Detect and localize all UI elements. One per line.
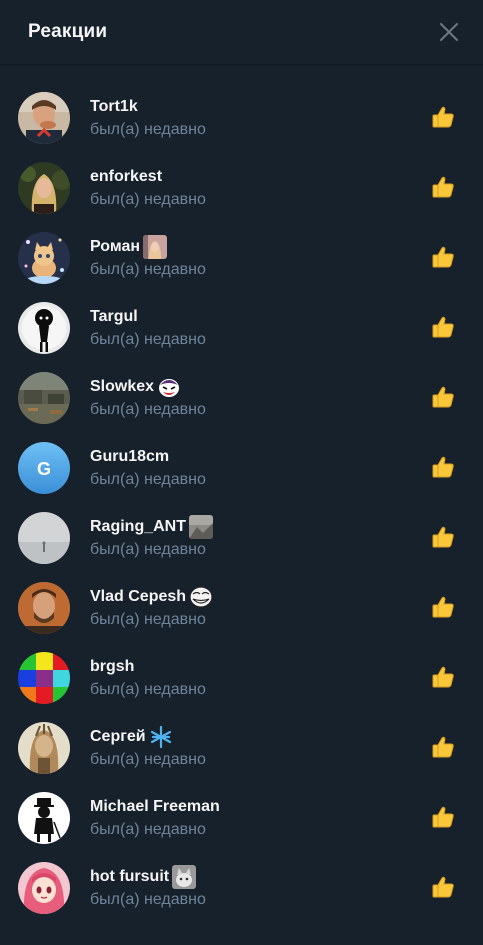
user-status: был(а) недавно (90, 471, 206, 488)
letter-avatar[interactable]: G (18, 442, 70, 494)
user-status: был(а) недавно (90, 751, 206, 768)
list-item[interactable]: Michael Freeman был(а) недавно (0, 782, 483, 852)
page-title: Реакции (28, 21, 108, 42)
list-item[interactable]: Targul был(а) недавно (0, 292, 483, 362)
name-line: Michael Freeman (90, 795, 220, 819)
list-item[interactable]: G Guru18cm был(а) недавно (0, 432, 483, 502)
thumbs-up-icon (431, 524, 457, 550)
cat-sparkles-avatar[interactable] (18, 232, 70, 284)
user-name: Vlad Cepesh (90, 588, 187, 605)
thumbs-up-icon (431, 174, 457, 200)
color-grid-avatar[interactable] (18, 652, 70, 704)
list-item[interactable]: Vlad Cepesh был(а) недавно (0, 572, 483, 642)
man-eating-avatar[interactable] (18, 92, 70, 144)
user-status: был(а) недавно (90, 121, 206, 138)
user-name: Raging_ANT (90, 518, 186, 535)
trollface-emoji-icon (189, 585, 213, 609)
joker-emoji-icon (157, 375, 181, 399)
limbo-boy-avatar[interactable] (18, 302, 70, 354)
name-line: Tort1k (90, 95, 138, 119)
name-line: Guru18cm (90, 445, 169, 469)
name-line: Роман (90, 235, 168, 259)
list-item[interactable]: hot fursuit был(а) недавно (0, 852, 483, 922)
thumbs-up-icon (431, 314, 457, 340)
user-status: был(а) недавно (90, 541, 206, 558)
thumbs-up-icon (431, 874, 457, 900)
list-item[interactable]: Tort1k был(а) недавно (0, 82, 483, 152)
list-item[interactable]: Сергей был(а) недавно (0, 712, 483, 782)
user-status: был(а) недавно (90, 821, 206, 838)
user-status: был(а) недавно (90, 261, 206, 278)
anime-girl-avatar[interactable] (18, 862, 70, 914)
name-line: enforkest (90, 165, 162, 189)
foggy-figure-avatar[interactable] (18, 512, 70, 564)
thumbs-up-icon (431, 734, 457, 760)
name-line: hot fursuit (90, 865, 197, 889)
artistic-face-avatar[interactable] (18, 722, 70, 774)
photo-emoji-icon (189, 515, 213, 539)
user-status: был(а) недавно (90, 891, 206, 908)
close-button[interactable] (433, 16, 465, 48)
photo-emoji-icon (143, 235, 168, 259)
user-name: Tort1k (90, 98, 138, 115)
thumbs-up-icon (431, 104, 457, 130)
thumbs-up-icon (431, 664, 457, 690)
man-portrait-avatar[interactable] (18, 582, 70, 634)
gentleman-silhouette-avatar[interactable] (18, 792, 70, 844)
reactions-panel: Реакции Tort1k был(а) недавно enforkest … (0, 0, 483, 945)
user-name: enforkest (90, 168, 163, 185)
name-line: Vlad Cepesh (90, 585, 213, 609)
blue-snowflake-emoji-icon (149, 725, 173, 749)
list-item[interactable]: Raging_ANT был(а) недавно (0, 502, 483, 572)
name-line: Slowkex (90, 375, 181, 399)
thumbs-up-icon (431, 804, 457, 830)
user-name: hot fursuit (90, 868, 170, 885)
reaction-list: Tort1k был(а) недавно enforkest был(а) н… (0, 65, 483, 922)
thumbs-up-icon (431, 454, 457, 480)
avatar-letter: G (37, 459, 51, 479)
user-name: Slowkex (90, 378, 155, 395)
name-line: Сергей (90, 725, 173, 749)
user-name: Michael Freeman (90, 798, 220, 815)
user-name: Сергей (90, 728, 146, 745)
close-icon (440, 23, 458, 41)
list-item[interactable]: Роман был(а) недавно (0, 222, 483, 292)
user-status: был(а) недавно (90, 331, 206, 348)
user-status: был(а) недавно (90, 401, 206, 418)
blonde-woman-avatar[interactable] (18, 162, 70, 214)
cat-photo-emoji-icon (172, 865, 197, 889)
user-name: brgsh (90, 658, 135, 675)
thumbs-up-icon (431, 594, 457, 620)
user-status: был(а) недавно (90, 611, 206, 628)
user-name: Роман (90, 238, 141, 255)
list-item[interactable]: enforkest был(а) недавно (0, 152, 483, 222)
user-name: Guru18cm (90, 448, 170, 465)
thumbs-up-icon (431, 244, 457, 270)
user-status: был(а) недавно (90, 191, 206, 208)
panel-header: Реакции (0, 0, 483, 65)
list-item[interactable]: brgsh был(а) недавно (0, 642, 483, 712)
ruins-avatar[interactable] (18, 372, 70, 424)
name-line: Raging_ANT (90, 515, 213, 539)
user-status: был(а) недавно (90, 681, 206, 698)
name-line: Targul (90, 305, 138, 329)
user-name: Targul (90, 308, 138, 325)
list-item[interactable]: Slowkex был(а) недавно (0, 362, 483, 432)
name-line: brgsh (90, 655, 134, 679)
thumbs-up-icon (431, 384, 457, 410)
